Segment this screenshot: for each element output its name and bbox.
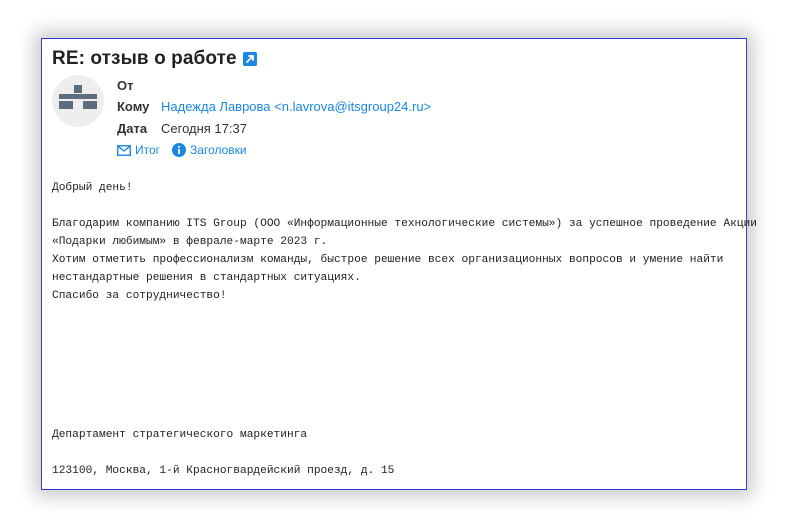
header-actions: Итог Заголовки	[117, 143, 247, 157]
email-view: RE: отзыв о работе От Кому Надежда Лавро…	[41, 38, 757, 490]
org-chart-icon	[59, 85, 97, 109]
body-line: «Подарки любимым» в феврале-марте 2023 г…	[52, 236, 328, 248]
summary-label: Итог	[135, 143, 161, 157]
body-line: Добрый день!	[52, 182, 133, 194]
subject-row: RE: отзыв о работе	[52, 47, 257, 71]
body-line: Спасибо за сотрудничество!	[52, 290, 227, 302]
to-label: Кому	[117, 99, 150, 114]
from-label: От	[117, 78, 134, 93]
headers-button[interactable]: Заголовки	[172, 143, 247, 157]
email-subject: RE: отзыв о работе	[52, 48, 237, 69]
body-line: Благодарим компанию ITS Group (ООО «Инфо…	[52, 218, 757, 230]
info-icon	[172, 143, 187, 157]
body-line: Хотим отметить профессионализм команды, …	[52, 254, 724, 266]
body-line: нестандартные решения в стандартных ситу…	[52, 272, 361, 284]
date-label: Дата	[117, 121, 148, 136]
signature-address: 123100, Москва, 1-й Красногвардейский пр…	[52, 465, 395, 477]
external-link-icon[interactable]	[242, 52, 257, 66]
summary-button[interactable]: Итог	[117, 143, 160, 157]
headers-label: Заголовки	[190, 143, 247, 157]
signature-department: Департамент стратегического маркетинга	[52, 429, 308, 441]
date-value: Сегодня 17:37	[161, 121, 247, 136]
sender-avatar	[52, 75, 104, 127]
envelope-icon	[117, 144, 131, 156]
recipient-link[interactable]: Надежда Лаврова <n.lavrova@itsgroup24.ru…	[161, 99, 431, 114]
email-body: Добрый день! Благодарим компанию ITS Gro…	[52, 179, 757, 305]
